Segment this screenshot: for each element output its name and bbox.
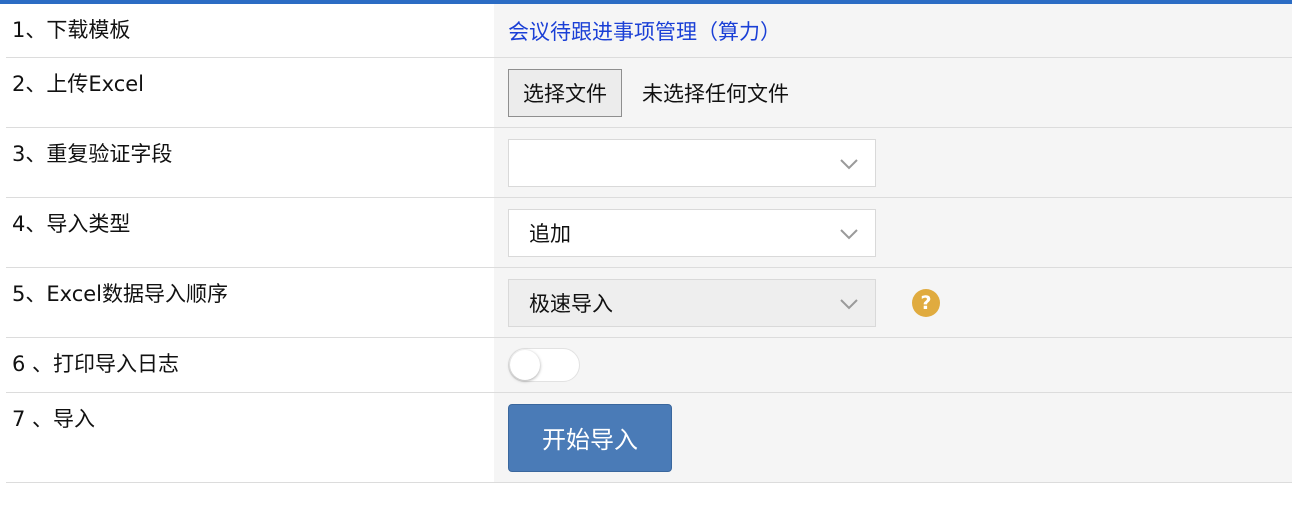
chevron-down-icon <box>840 228 858 239</box>
select-value: 极速导入 <box>529 291 613 316</box>
select-value: 追加 <box>529 221 571 246</box>
row-value: 选择文件 未选择任何文件 <box>494 58 1292 127</box>
toggle-knob <box>510 350 540 380</box>
row-value: 极速导入 ? <box>494 268 1292 337</box>
row-print-import-log: 6 、打印导入日志 <box>6 338 1292 393</box>
row-label: 1、下载模板 <box>6 4 494 57</box>
row-download-template: 1、下载模板 会议待跟进事项管理（算力） <box>6 4 1292 58</box>
row-value: 追加 <box>494 198 1292 267</box>
help-icon[interactable]: ? <box>912 288 940 317</box>
chevron-down-icon <box>840 158 858 169</box>
row-import-type: 4、导入类型 追加 <box>6 198 1292 268</box>
row-label: 7 、导入 <box>6 393 494 482</box>
import-form: 1、下载模板 会议待跟进事项管理（算力） 2、上传Excel 选择文件 未选择任… <box>6 4 1292 483</box>
row-import: 7 、导入 开始导入 <box>6 393 1292 483</box>
row-import-order: 5、Excel数据导入顺序 极速导入 ? <box>6 268 1292 338</box>
start-import-button[interactable]: 开始导入 <box>508 403 672 472</box>
row-value: 开始导入 <box>494 393 1292 482</box>
print-log-toggle[interactable] <box>508 348 580 382</box>
row-label: 3、重复验证字段 <box>6 128 494 197</box>
row-value: 会议待跟进事项管理（算力） <box>494 4 1292 57</box>
row-label: 4、导入类型 <box>6 198 494 267</box>
row-duplicate-check-field: 3、重复验证字段 <box>6 128 1292 198</box>
file-status-text: 未选择任何文件 <box>642 81 789 106</box>
download-template-link[interactable]: 会议待跟进事项管理（算力） <box>508 16 781 46</box>
import-order-select[interactable]: 极速导入 <box>508 278 876 327</box>
import-type-select[interactable]: 追加 <box>508 208 876 257</box>
row-label: 6 、打印导入日志 <box>6 338 494 392</box>
row-upload-excel: 2、上传Excel 选择文件 未选择任何文件 <box>6 58 1292 128</box>
chevron-down-icon <box>840 298 858 309</box>
row-label: 2、上传Excel <box>6 58 494 127</box>
duplicate-field-select[interactable] <box>508 138 876 187</box>
row-label: 5、Excel数据导入顺序 <box>6 268 494 337</box>
row-value <box>494 128 1292 197</box>
row-value <box>494 338 1292 392</box>
choose-file-button[interactable]: 选择文件 <box>508 68 622 117</box>
